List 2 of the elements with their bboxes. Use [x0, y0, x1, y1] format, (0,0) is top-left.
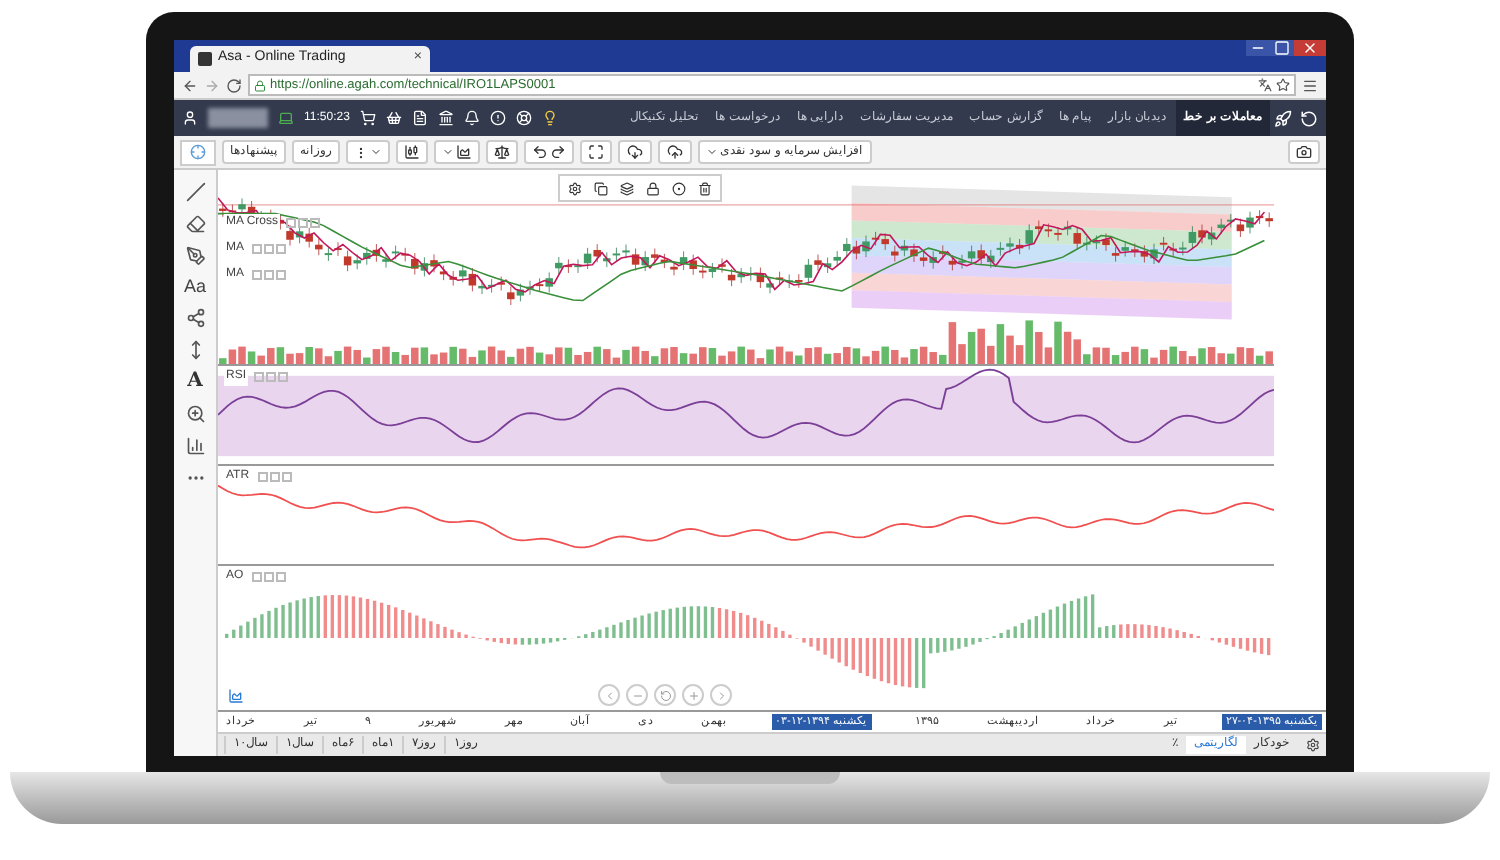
label-tool[interactable]: A [187, 372, 203, 392]
text-tool[interactable]: Aa [183, 278, 206, 296]
